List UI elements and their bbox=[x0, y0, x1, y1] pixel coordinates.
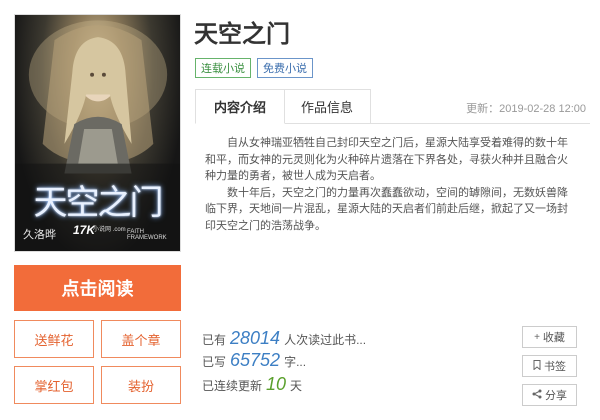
stat-reads-suffix: 人次读过此书... bbox=[284, 333, 367, 347]
cover-tagline: FAITH FRAMEWORK bbox=[127, 229, 167, 241]
stat-words-suffix: 字... bbox=[284, 355, 307, 369]
book-intro: 自从女神瑞亚牺牲自己封印天空之门后，星源大陆享受着难得的数十年和平，而女神的元灵… bbox=[205, 135, 577, 234]
tab-book-info[interactable]: 作品信息 bbox=[284, 89, 371, 124]
stat-streak-prefix: 已连续更新 bbox=[202, 379, 263, 393]
book-cover[interactable]: 天空之门 久洛晔 17K 小说网 .com FAITH FRAMEWORK bbox=[14, 14, 181, 252]
update-time: 更新：2019-02-28 12:00 bbox=[466, 103, 586, 115]
collect-label: 收藏 bbox=[542, 332, 565, 344]
tab-content-intro[interactable]: 内容介绍 bbox=[195, 89, 285, 124]
stamp-button[interactable]: 盖个章 bbox=[101, 320, 181, 358]
dress-up-button[interactable]: 装扮 bbox=[101, 366, 181, 404]
stat-streak-value: 10 bbox=[266, 374, 287, 394]
stat-update-streak: 已连续更新 10 天 bbox=[202, 374, 302, 395]
book-detail-page: 天空之门 久洛晔 17K 小说网 .com FAITH FRAMEWORK 点击… bbox=[0, 0, 600, 420]
tag-serialized[interactable]: 连载小说 bbox=[195, 58, 251, 78]
cover-publisher-logo: 17K bbox=[73, 223, 96, 237]
stat-reads-value: 28014 bbox=[230, 328, 281, 348]
cover-author: 久洛晔 bbox=[23, 229, 56, 241]
stat-words: 已写 65752 字... bbox=[202, 350, 306, 371]
cover-title: 天空之门 bbox=[33, 183, 164, 223]
bookmark-label: 书签 bbox=[544, 361, 566, 373]
send-flowers-button[interactable]: 送鲜花 bbox=[14, 320, 94, 358]
share-label: 分享 bbox=[545, 390, 567, 402]
book-title: 天空之门 bbox=[194, 21, 290, 48]
stat-streak-suffix: 天 bbox=[290, 379, 303, 393]
share-icon bbox=[532, 389, 542, 402]
bookmark-icon bbox=[533, 359, 541, 373]
stat-reads: 已有 28014 人次读过此书... bbox=[202, 328, 366, 349]
share-button[interactable]: 分享 bbox=[522, 384, 577, 406]
stat-words-prefix: 已写 bbox=[202, 355, 227, 369]
red-packet-button[interactable]: 掌红包 bbox=[14, 366, 94, 404]
read-button[interactable]: 点击阅读 bbox=[14, 265, 181, 311]
plus-icon: + bbox=[534, 331, 540, 343]
intro-paragraph: 自从女神瑞亚牺牲自己封印天空之门后，星源大陆享受着难得的数十年和平，而女神的元灵… bbox=[205, 137, 568, 182]
stat-words-value: 65752 bbox=[230, 350, 281, 370]
bookmark-button[interactable]: 书签 bbox=[522, 355, 577, 377]
tag-free[interactable]: 免费小说 bbox=[257, 58, 313, 78]
collect-button[interactable]: + 收藏 bbox=[522, 326, 577, 348]
stat-reads-prefix: 已有 bbox=[202, 333, 227, 347]
cover-publisher-sub: 小说网 .com bbox=[93, 227, 126, 233]
intro-paragraph: 数十年后，天空之门的力量再次蠢蠢欲动，空间的罅隙间，无数妖兽降临下界，天地间一片… bbox=[205, 186, 568, 232]
